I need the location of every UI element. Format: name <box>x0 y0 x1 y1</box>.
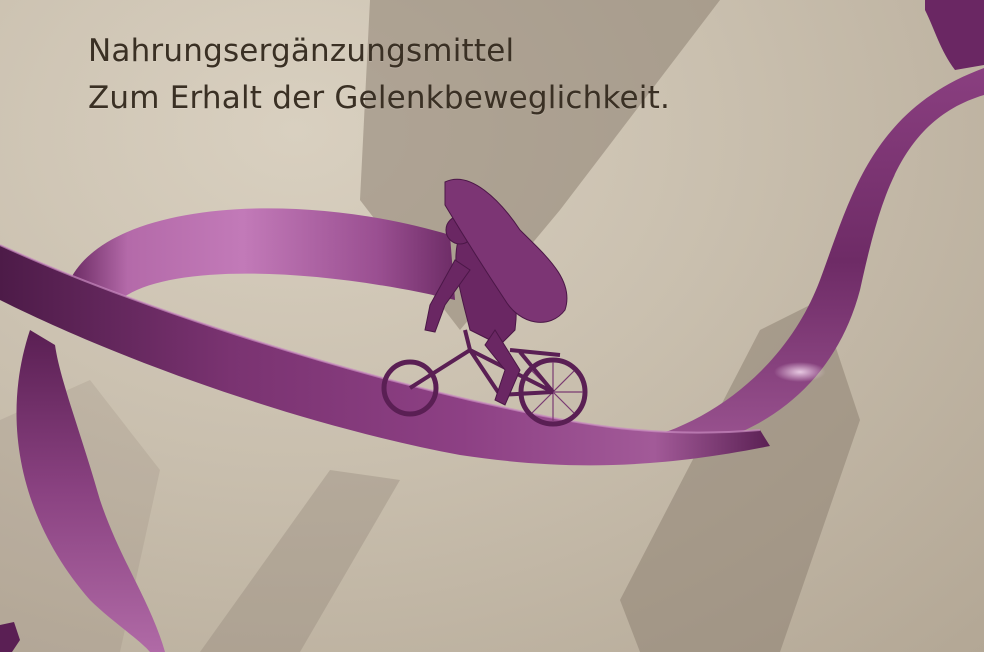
exhibit-caption: Nahrungsergänzungsmittel Zum Erhalt der … <box>88 28 670 122</box>
caption-line-2: Zum Erhalt der Gelenkbeweglichkeit. <box>88 80 671 116</box>
ribbon-highlight <box>774 362 826 382</box>
photo-scene: Nahrungsergänzungsmittel Zum Erhalt der … <box>0 0 984 652</box>
ribbon-arch <box>70 208 455 300</box>
caption-line-1: Nahrungsergänzungsmittel <box>88 33 515 69</box>
figurine-top-right <box>925 0 984 70</box>
